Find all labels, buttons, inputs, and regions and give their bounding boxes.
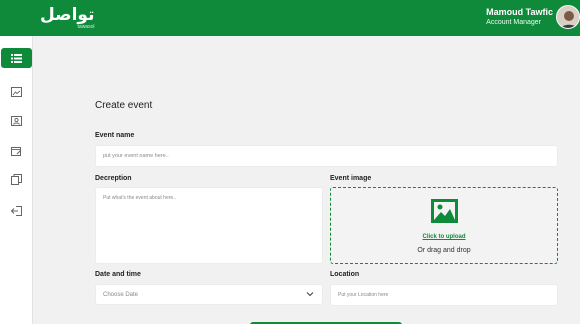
description-textarea[interactable]: Put what's the event about here.. xyxy=(95,187,323,264)
list-icon xyxy=(11,53,22,63)
calendar-edit-icon xyxy=(11,146,22,156)
sidebar xyxy=(0,36,33,324)
avatar[interactable] xyxy=(556,5,580,29)
sidebar-item-list[interactable] xyxy=(1,48,32,68)
sidebar-item-logout[interactable] xyxy=(5,202,28,219)
id-card-icon xyxy=(11,115,22,126)
event-name-label: Event name xyxy=(95,132,135,139)
image-upload-icon xyxy=(431,199,458,223)
documents-icon xyxy=(11,174,22,185)
user-role: Account Manager xyxy=(486,19,542,26)
avatar-person-icon xyxy=(557,6,579,28)
page-title: Create event xyxy=(95,100,153,111)
date-label: Date and time xyxy=(95,271,141,278)
location-label: Location xyxy=(330,271,360,278)
event-name-placeholder: put your event name here.. xyxy=(103,153,169,159)
date-select[interactable]: Choose Date xyxy=(95,284,323,305)
event-name-input[interactable]: put your event name here.. xyxy=(95,145,558,167)
logo-text: تواصل xyxy=(40,5,95,25)
user-name: Mamoud Tawfic xyxy=(486,7,553,17)
image-upload-dropzone[interactable]: Click to upload Or drag and drop xyxy=(330,187,558,264)
event-image-label: Event image xyxy=(330,175,372,182)
sidebar-item-profile[interactable] xyxy=(5,112,28,129)
logo-subtext: tawasol xyxy=(77,24,95,30)
description-label: Decreption xyxy=(95,175,132,182)
top-bar: تواصل tawasol Mamoud Tawfic Account Mana… xyxy=(0,0,580,36)
image-card-icon xyxy=(11,86,22,97)
click-to-upload-link[interactable]: Click to upload xyxy=(331,234,557,240)
logout-icon xyxy=(11,205,22,216)
description-placeholder: Put what's the event about here.. xyxy=(103,195,176,201)
app-logo[interactable]: تواصل tawasol xyxy=(40,5,95,31)
location-input[interactable]: Put your Location here xyxy=(330,284,558,306)
drag-drop-text: Or drag and drop xyxy=(417,247,471,254)
user-info[interactable]: Mamoud Tawfic Account Manager xyxy=(486,7,553,28)
chevron-down-icon xyxy=(306,292,314,297)
sidebar-item-media[interactable] xyxy=(5,83,28,100)
date-placeholder: Choose Date xyxy=(103,291,139,298)
sidebar-item-events[interactable] xyxy=(5,142,28,159)
location-placeholder: Put your Location here xyxy=(338,292,389,298)
sidebar-item-documents[interactable] xyxy=(5,171,28,188)
